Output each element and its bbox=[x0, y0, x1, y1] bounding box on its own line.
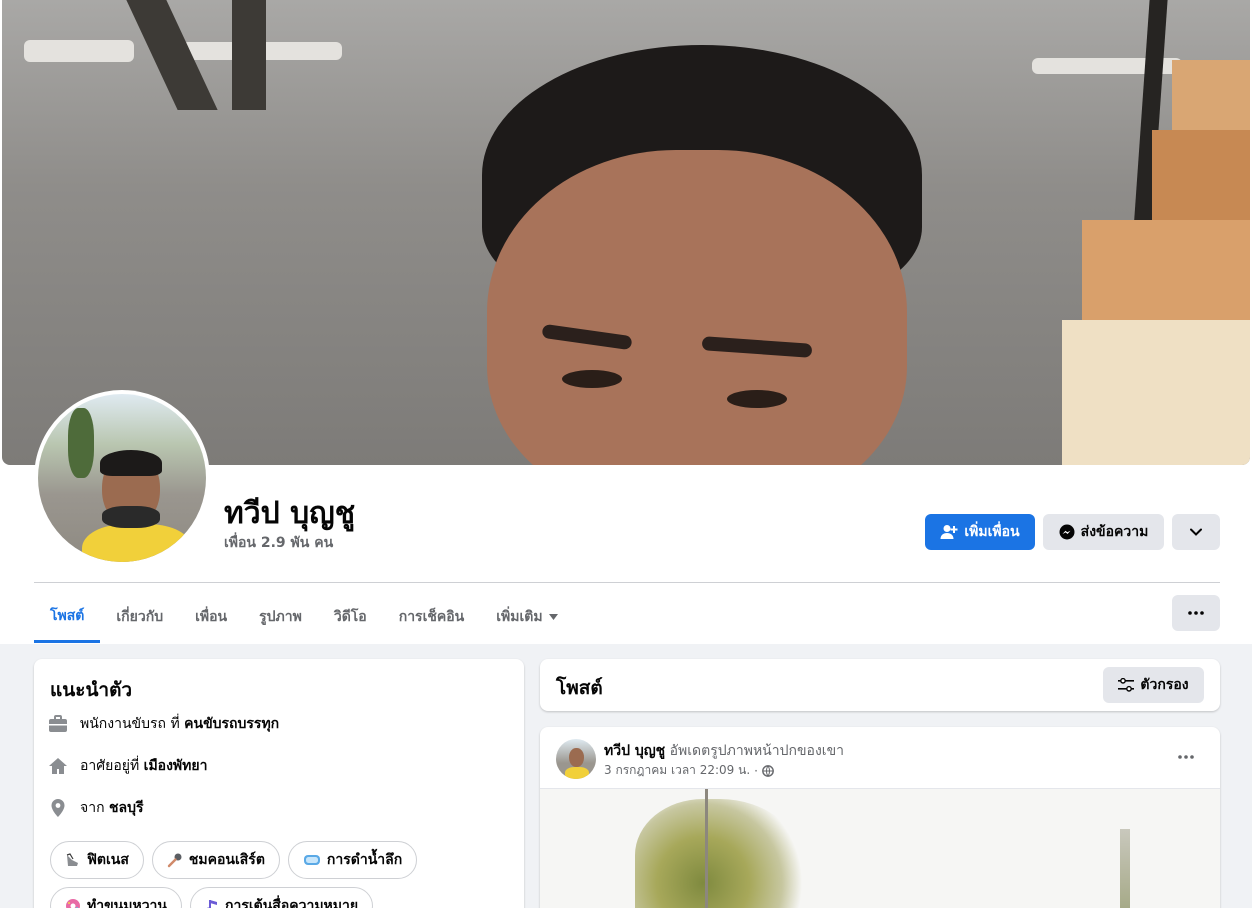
profile-avatar[interactable] bbox=[38, 394, 206, 562]
post-photo-foliage bbox=[635, 799, 805, 908]
work-prefix: พนักงานขับรถ ที่ bbox=[80, 716, 180, 732]
add-friend-icon bbox=[940, 524, 958, 540]
tab-label: เกี่ยวกับ bbox=[116, 609, 164, 625]
tab-checkins[interactable]: การเช็คอิน bbox=[383, 592, 481, 642]
chevron-down-icon bbox=[1190, 528, 1202, 536]
header-divider bbox=[34, 582, 1220, 583]
cover-bench bbox=[24, 40, 134, 62]
add-friend-label: เพิ่มเพื่อน bbox=[964, 524, 1020, 540]
diving-mask-icon bbox=[303, 853, 321, 867]
cover-pagoda bbox=[1062, 320, 1250, 465]
ellipsis-icon bbox=[1178, 755, 1194, 759]
intro-lives: อาศัยอยู่ที่ เมืองพัทยา bbox=[48, 755, 207, 777]
tabs-more-options-button[interactable] bbox=[1172, 595, 1220, 631]
cover-pagoda bbox=[1082, 220, 1250, 330]
meta-separator: · bbox=[754, 763, 758, 778]
cover-pagoda bbox=[1172, 60, 1250, 130]
post-card: ทวีป บุญชู อัพเดตรูปภาพหน้าปกของเขา 3 กร… bbox=[540, 727, 1220, 908]
intro-card: แนะนำตัว พนักงานขับรถ ที่ คนขับรถบรรทุก … bbox=[34, 659, 524, 908]
avatar-shirt bbox=[82, 524, 192, 562]
intro-work: พนักงานขับรถ ที่ คนขับรถบรรทุก bbox=[48, 713, 279, 735]
donut-icon bbox=[65, 898, 81, 908]
hobby-label: ชมคอนเสิร์ต bbox=[188, 852, 265, 868]
cover-person-face bbox=[487, 150, 907, 465]
hobby-chip[interactable]: การดำน้ำลึก bbox=[287, 841, 418, 879]
intro-title: แนะนำตัว bbox=[50, 679, 133, 701]
globe-icon[interactable] bbox=[762, 764, 774, 777]
posts-title: โพสต์ bbox=[556, 677, 603, 699]
post-photo[interactable] bbox=[540, 788, 1220, 908]
post-title: ทวีป บุญชู อัพเดตรูปภาพหน้าปกของเขา bbox=[604, 740, 844, 762]
hobby-label: การเต้นสื่อความหมาย bbox=[224, 898, 359, 908]
tab-label: วิดีโอ bbox=[333, 609, 367, 625]
hobby-label: การดำน้ำลึก bbox=[326, 852, 403, 868]
message-button[interactable]: ส่งข้อความ bbox=[1043, 514, 1164, 550]
hobby-label: ฟิตเนส bbox=[87, 852, 129, 868]
profile-tabs: โพสต์ เกี่ยวกับ เพื่อน รูปภาพ วิดีโอ การ… bbox=[34, 592, 574, 644]
hobby-chip[interactable]: การเต้นสื่อความหมาย bbox=[189, 887, 374, 908]
tab-label: เพิ่มเติม bbox=[496, 609, 543, 625]
avatar-tree bbox=[68, 408, 94, 478]
filter-label: ตัวกรอง bbox=[1140, 677, 1189, 693]
post-avatar-shirt bbox=[565, 767, 589, 779]
location-pin-icon bbox=[48, 798, 68, 818]
tab-label: รูปภาพ bbox=[259, 609, 302, 625]
avatar-mask bbox=[102, 506, 160, 528]
post-options-button[interactable] bbox=[1170, 741, 1202, 773]
cover-person-eye bbox=[562, 370, 622, 388]
from-value[interactable]: ชลบุรี bbox=[109, 800, 144, 816]
post-meta: 3 กรกฎาคม เวลา 22:09 น. · bbox=[604, 761, 774, 780]
music-note-icon bbox=[205, 898, 219, 908]
from-prefix: จาก bbox=[80, 800, 105, 816]
filter-button[interactable]: ตัวกรอง bbox=[1103, 667, 1204, 703]
shoe-icon bbox=[65, 853, 81, 867]
post-action: อัพเดตรูปภาพหน้าปกของเขา bbox=[669, 743, 845, 759]
tab-photos[interactable]: รูปภาพ bbox=[243, 592, 318, 642]
post-photo-tree bbox=[1120, 829, 1130, 908]
briefcase-icon bbox=[48, 715, 68, 733]
post-avatar-head bbox=[569, 748, 584, 767]
caret-down-icon bbox=[548, 614, 558, 620]
ellipsis-icon bbox=[1188, 611, 1204, 615]
filter-sliders-icon bbox=[1118, 678, 1135, 692]
hobbies-list: ฟิตเนส ชมคอนเสิร์ต การดำน้ำลึก ทำขนมหวาน… bbox=[50, 841, 510, 908]
intro-from: จาก ชลบุรี bbox=[48, 797, 144, 819]
lives-prefix: อาศัยอยู่ที่ bbox=[80, 758, 140, 774]
home-icon bbox=[48, 757, 68, 775]
lives-value[interactable]: เมืองพัทยา bbox=[144, 758, 208, 774]
avatar-hair bbox=[100, 450, 162, 476]
cover-person-eye bbox=[727, 390, 787, 408]
microphone-icon bbox=[167, 852, 183, 868]
hobby-chip[interactable]: ฟิตเนส bbox=[50, 841, 144, 879]
tab-label: การเช็คอิน bbox=[398, 609, 465, 625]
add-friend-button[interactable]: เพิ่มเพื่อน bbox=[925, 514, 1035, 550]
post-author-avatar[interactable] bbox=[556, 739, 596, 779]
work-value[interactable]: คนขับรถบรรทุก bbox=[184, 716, 279, 732]
cover-tree bbox=[232, 0, 266, 110]
tab-about[interactable]: เกี่ยวกับ bbox=[100, 592, 179, 642]
tab-videos[interactable]: วิดีโอ bbox=[318, 592, 383, 642]
message-label: ส่งข้อความ bbox=[1080, 524, 1149, 540]
tab-label: โพสต์ bbox=[50, 608, 85, 624]
post-photo-branch bbox=[705, 789, 708, 908]
posts-header-card: โพสต์ ตัวกรอง bbox=[540, 659, 1220, 711]
friends-count[interactable]: เพื่อน 2.9 พัน คน bbox=[224, 532, 333, 554]
tab-posts[interactable]: โพสต์ bbox=[34, 592, 101, 643]
hobby-chip[interactable]: ชมคอนเสิร์ต bbox=[151, 841, 280, 879]
post-author-name[interactable]: ทวีป บุญชู bbox=[604, 743, 665, 759]
profile-name: ทวีป บุญชู bbox=[224, 496, 356, 531]
hobby-label: ทำขนมหวาน bbox=[87, 898, 167, 908]
profile-options-button[interactable] bbox=[1172, 514, 1220, 550]
cover-photo[interactable] bbox=[2, 0, 1250, 465]
messenger-icon bbox=[1059, 524, 1075, 540]
tab-friends[interactable]: เพื่อน bbox=[179, 592, 243, 642]
hobby-chip[interactable]: ทำขนมหวาน bbox=[50, 887, 182, 908]
tab-more[interactable]: เพิ่มเติม bbox=[480, 592, 573, 642]
tab-label: เพื่อน bbox=[195, 609, 228, 625]
post-timestamp[interactable]: 3 กรกฎาคม เวลา 22:09 น. bbox=[604, 761, 750, 780]
